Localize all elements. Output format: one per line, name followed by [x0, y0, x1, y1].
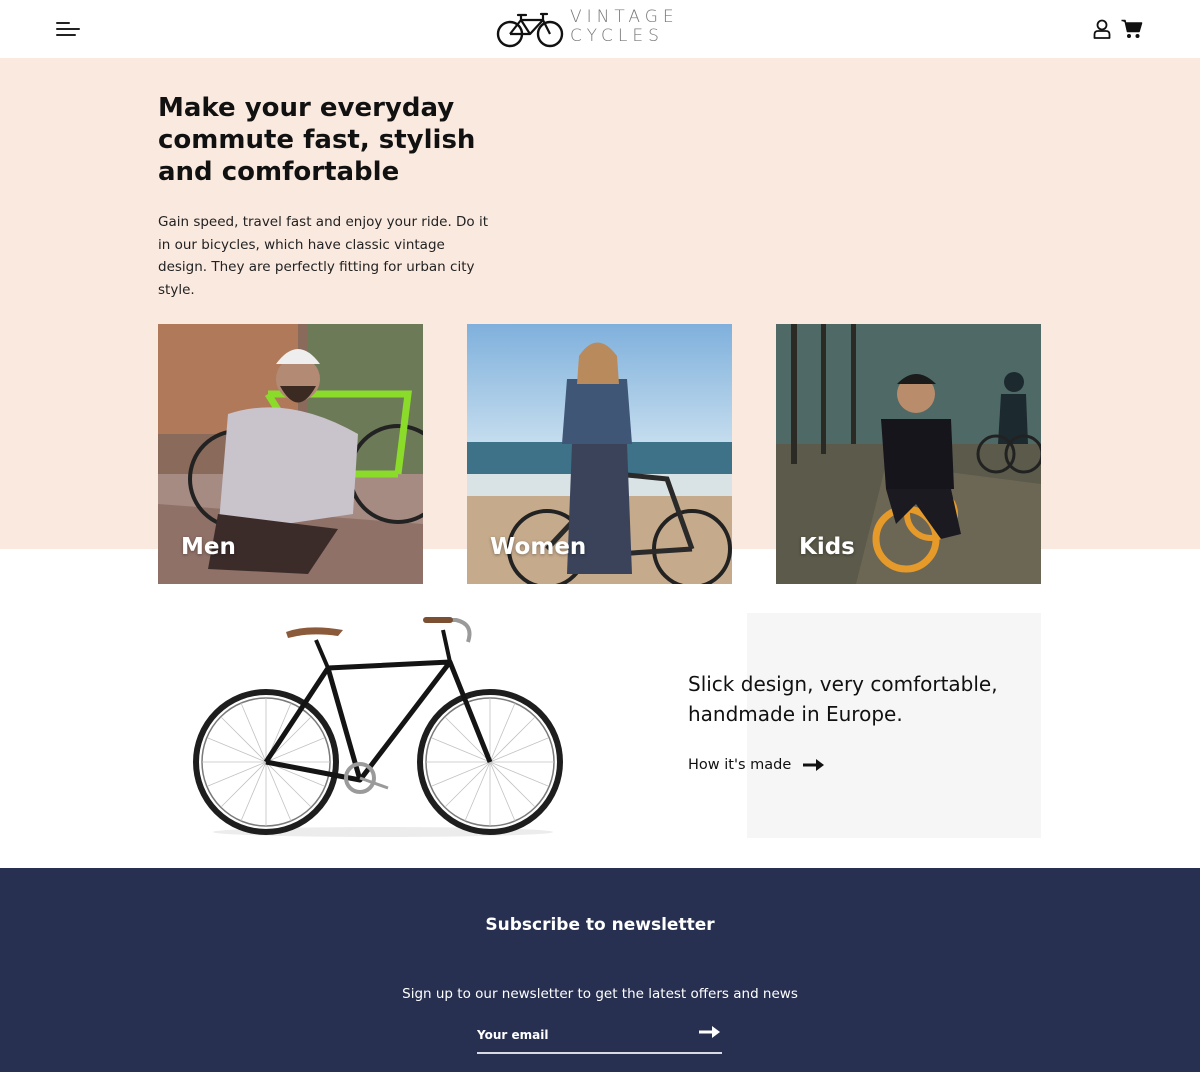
how-its-made-link[interactable]: How it's made	[688, 757, 825, 773]
newsletter-form	[477, 1020, 722, 1054]
category-label-women: Women	[490, 534, 587, 560]
arrow-right-icon	[699, 1025, 720, 1038]
arrow-right-icon	[803, 759, 825, 771]
category-card-men[interactable]: Men	[158, 324, 423, 584]
bicycle-logo-icon	[496, 12, 564, 48]
category-label-men: Men	[181, 534, 236, 560]
newsletter-section: Subscribe to newsletter Sign up to our n…	[0, 868, 1200, 1072]
promo-text: Slick design, very comfortable, handmade…	[688, 672, 998, 726]
site-header: VINTAGE CYCLES	[0, 0, 1200, 58]
menu-icon[interactable]	[56, 20, 82, 38]
hero-title: Make your everyday commute fast, stylish…	[158, 93, 476, 187]
email-field[interactable]	[477, 1020, 687, 1050]
logo-text-line1: VINTAGE	[570, 7, 679, 27]
category-card-women[interactable]: Women	[467, 324, 732, 584]
vintage-bicycle-image	[193, 617, 563, 837]
category-label-kids: Kids	[799, 534, 855, 560]
how-its-made-label: How it's made	[688, 757, 792, 773]
logo[interactable]: VINTAGE CYCLES	[496, 8, 686, 50]
logo-text-line2: CYCLES	[570, 26, 664, 46]
newsletter-title: Subscribe to newsletter	[485, 915, 715, 935]
cart-icon[interactable]	[1121, 19, 1143, 39]
hero-description: Gain speed, travel fast and enjoy your r…	[158, 214, 489, 298]
category-card-kids[interactable]: Kids	[776, 324, 1041, 584]
newsletter-submit-button[interactable]	[698, 1024, 722, 1042]
user-icon[interactable]	[1093, 19, 1111, 39]
newsletter-subtitle: Sign up to our newsletter to get the lat…	[402, 986, 798, 1002]
